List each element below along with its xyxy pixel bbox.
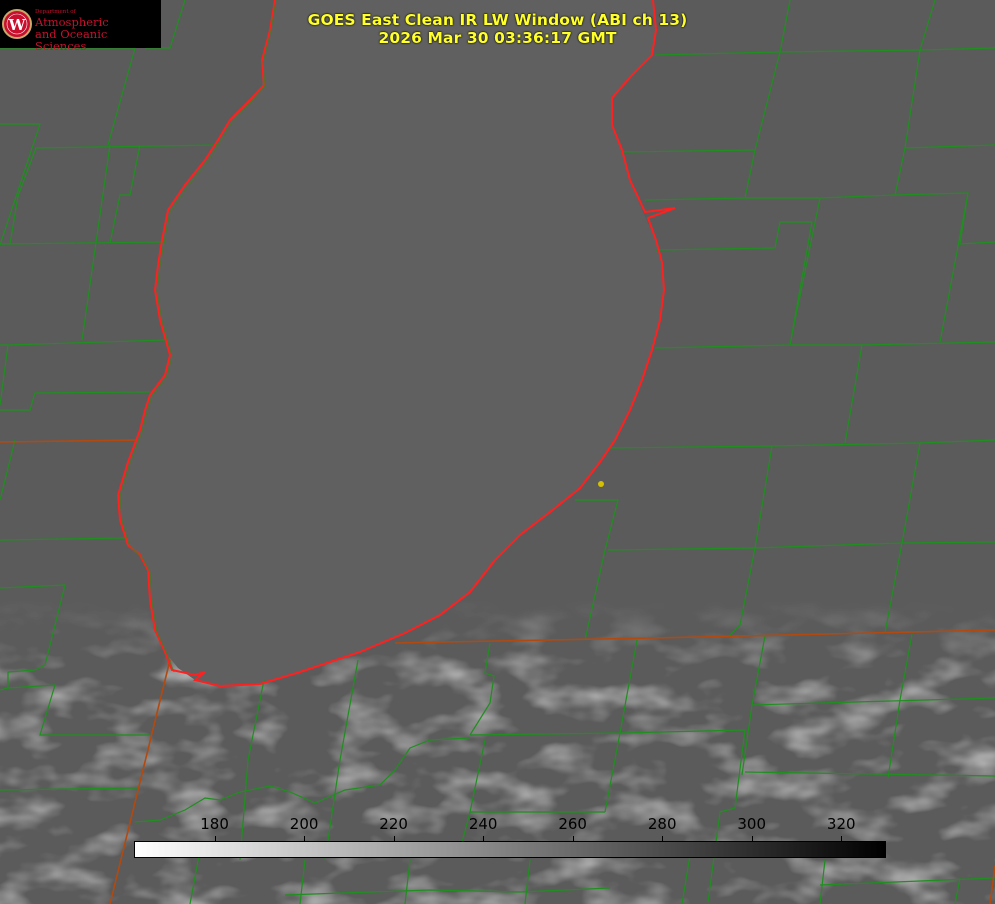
- colorbar-tick-label: 200: [289, 815, 319, 833]
- colorbar: [134, 841, 886, 858]
- cloud-texture: [0, 600, 995, 904]
- uw-aos-logo: W Department of Atmospheric and Oceanic …: [0, 0, 161, 52]
- colorbar-tick-mark: [214, 836, 216, 841]
- colorbar-tick-label: 220: [379, 815, 408, 833]
- title-product: GOES East Clean IR LW Window (ABI ch 13): [307, 11, 688, 29]
- colorbar-tick-label: 320: [826, 815, 856, 833]
- image-title: GOES East Clean IR LW Window (ABI ch 13)…: [250, 11, 745, 47]
- colorbar-tick-label: 240: [468, 815, 498, 833]
- station-marker: [598, 481, 604, 487]
- satellite-map: [0, 0, 995, 904]
- colorbar-tick-mark: [304, 836, 306, 841]
- colorbar-tick-mark: [393, 836, 395, 841]
- colorbar-tick-label: 300: [737, 815, 767, 833]
- svg-text:W: W: [8, 16, 27, 34]
- colorbar-tick-label: 180: [200, 815, 229, 833]
- colorbar-tick-mark: [841, 836, 843, 841]
- colorbar-tick-mark: [572, 836, 574, 841]
- colorbar-tick-label: 260: [558, 815, 587, 833]
- colorbar-tick-mark: [662, 836, 664, 841]
- colorbar-tick-mark: [751, 836, 753, 841]
- colorbar-tick-mark: [483, 836, 485, 841]
- logo-line-2: and Oceanic Sciences: [35, 27, 108, 53]
- satellite-image-viewer: { "title": { "line1": "GOES East Clean I…: [0, 0, 995, 904]
- colorbar-tick-label: 280: [647, 815, 677, 833]
- uw-crest-icon: W: [2, 9, 32, 39]
- title-timestamp: 2026 Mar 30 03:36:17 GMT: [378, 29, 617, 47]
